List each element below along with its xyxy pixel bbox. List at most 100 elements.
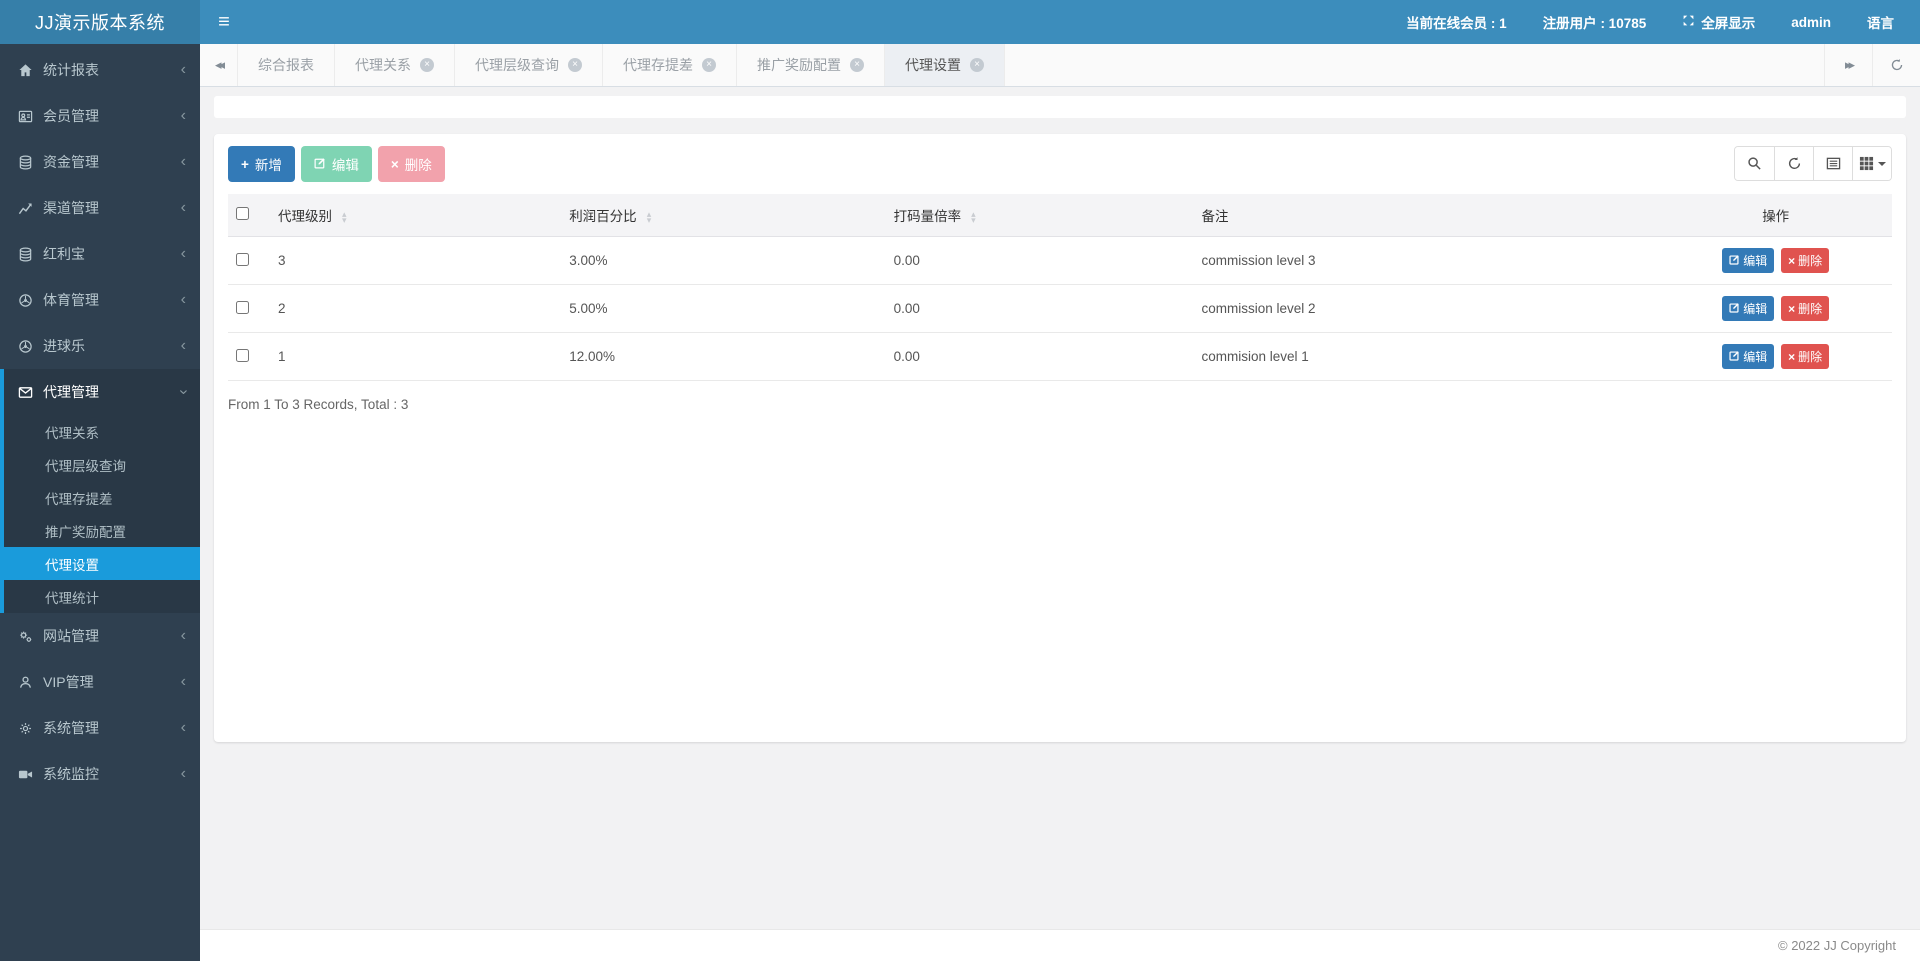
tab-agent-settings[interactable]: 代理设置 × [885,44,1005,86]
sidebar-item-funds[interactable]: 资金管理 ‹ [0,139,200,185]
database-icon [18,155,33,170]
tabs-scroll-right-icon[interactable]: ▸▸ [1824,44,1872,86]
detail-view-icon[interactable] [1813,147,1852,180]
cell-agent-level: 3 [270,236,562,285]
table-header-row: 代理级别 ▴ ▾ 利润百分比 ▴ ▾ 打码量倍率 ▴ ▾ 备注 操作 [228,194,1892,237]
row-checkbox[interactable] [236,348,249,362]
tabs-scroll-left-icon[interactable]: ◂◂ [200,44,238,86]
row-delete-button[interactable]: × 删除 [1781,344,1830,369]
tab-agent-deposit-diff[interactable]: 代理存提差 × [603,44,737,86]
sidebar-item-website[interactable]: 网站管理 ‹ [0,613,200,659]
user-icon [18,675,33,690]
add-button[interactable]: + 新增 [228,146,295,182]
sidebar-item-system-mgmt[interactable]: 系统管理 ‹ [0,705,200,751]
cell-bet-multiple: 0.00 [885,236,1194,285]
column-header-bet-multiple[interactable]: 打码量倍率 ▴ ▾ [885,194,1194,237]
cell-remark: commision level 1 [1193,332,1660,381]
sidebar-item-label: 资金管理 [43,154,99,170]
sidebar-item-system-monitor[interactable]: 系统监控 ‹ [0,751,200,797]
sidebar-item-label: 会员管理 [43,108,99,124]
table-tools [1734,146,1892,181]
sidebar-item-channels[interactable]: 渠道管理 ‹ [0,185,200,231]
cell-profit-percent: 12.00% [561,332,886,381]
tab-label: 代理关系 [355,57,411,73]
hamburger-icon[interactable]: ≡ [200,0,248,44]
tab-label: 代理层级查询 [475,57,559,73]
columns-icon[interactable] [1852,147,1891,180]
row-delete-button[interactable]: × 删除 [1781,296,1830,321]
sidebar-item-label: 代理管理 [43,384,99,400]
sidebar-item-label: 红利宝 [43,246,85,262]
sidebar-subitem-agent-level-query[interactable]: 代理层级查询 [4,448,200,481]
sidebar-item-members[interactable]: 会员管理 ‹ [0,93,200,139]
cell-agent-level: 2 [270,284,562,333]
close-icon: × [390,156,399,172]
column-header-profit-percent[interactable]: 利润百分比 ▴ ▾ [561,194,886,237]
cell-remark: commission level 3 [1193,236,1660,285]
sidebar-nav: 统计报表 ‹ 会员管理 ‹ 资金管理 ‹ 渠道管理 ‹ 红利宝 ‹ 体育管理 ‹… [0,44,200,961]
filter-panel [214,96,1906,118]
plus-icon: + [241,156,249,172]
cell-remark: commission level 2 [1193,284,1660,333]
table-row[interactable]: 1 12.00% 0.00 commision level 1 编辑 × 删除 [228,332,1892,381]
tab-comprehensive-report[interactable]: 综合报表 [238,44,335,86]
sidebar-subitem-agent-deposit-diff[interactable]: 代理存提差 [4,481,200,514]
chevron-left-icon: ‹ [180,245,186,262]
fullscreen-button[interactable]: 全屏显示 [1682,12,1755,32]
tab-agent-level-query[interactable]: 代理层级查询 × [455,44,603,86]
tab-label: 代理存提差 [623,57,693,73]
tab-close-icon[interactable]: × [970,58,984,72]
member-card-icon [18,109,33,124]
sidebar-item-label: 网站管理 [43,628,99,644]
close-icon: × [1788,253,1796,268]
cell-profit-percent: 5.00% [561,284,886,333]
row-checkbox[interactable] [236,300,249,314]
tab-close-icon[interactable]: × [702,58,716,72]
refresh-icon[interactable] [1774,147,1813,180]
tab-close-icon[interactable]: × [568,58,582,72]
table-toolbar: + 新增 编辑 × 删除 [228,146,1892,182]
tab-agent-relation[interactable]: 代理关系 × [335,44,455,86]
cell-bet-multiple: 0.00 [885,332,1194,381]
table-row[interactable]: 2 5.00% 0.00 commission level 2 编辑 × 删除 [228,284,1892,333]
sidebar-subitem-agent-statistics[interactable]: 代理统计 [4,580,200,613]
sidebar-group-agent: 代理管理 ‹ 代理关系 代理层级查询 代理存提差 推广奖励配置 代理设置 代理统… [0,369,200,613]
chart-line-icon [18,201,33,216]
select-all-checkbox[interactable] [236,207,249,220]
row-edit-button[interactable]: 编辑 [1722,248,1775,273]
agent-settings-panel: + 新增 编辑 × 删除 代理级别 ▴ ▾ 利润百分比 ▴ ▾ 打码量倍率 ▴ … [214,134,1906,742]
user-menu[interactable]: admin [1791,15,1831,30]
row-delete-button[interactable]: × 删除 [1781,248,1830,273]
tab-label: 代理设置 [905,57,961,73]
delete-button[interactable]: × 删除 [377,146,445,182]
language-menu[interactable]: 语言 [1867,12,1894,32]
table-row[interactable]: 3 3.00% 0.00 commission level 3 编辑 × 删除 [228,236,1892,285]
sidebar-item-bonus[interactable]: 红利宝 ‹ [0,231,200,277]
cell-bet-multiple: 0.00 [885,284,1194,333]
row-checkbox[interactable] [236,252,249,266]
search-icon[interactable] [1735,147,1774,180]
sidebar-subitem-agent-relation[interactable]: 代理关系 [4,415,200,448]
sidebar-item-agent[interactable]: 代理管理 ‹ [4,369,200,415]
tabs-refresh-icon[interactable] [1872,44,1920,86]
sidebar-item-statistics[interactable]: 统计报表 ‹ [0,47,200,93]
fullscreen-icon [1682,14,1695,30]
row-edit-button[interactable]: 编辑 [1722,344,1775,369]
tab-promo-reward-config[interactable]: 推广奖励配置 × [737,44,885,86]
tab-close-icon[interactable]: × [850,58,864,72]
edit-button[interactable]: 编辑 [300,146,372,182]
page-footer: © 2022 JJ Copyright [200,929,1920,961]
chevron-left-icon: ‹ [180,107,186,124]
sidebar-item-vip[interactable]: VIP管理 ‹ [0,659,200,705]
chevron-left-icon: ‹ [180,291,186,308]
sort-icon: ▴ ▾ [342,209,347,226]
sidebar-item-sports[interactable]: 体育管理 ‹ [0,277,200,323]
row-edit-button[interactable]: 编辑 [1722,296,1775,321]
tab-close-icon[interactable]: × [420,58,434,72]
column-header-agent-level[interactable]: 代理级别 ▴ ▾ [270,194,562,237]
sidebar-subitem-promo-reward-config[interactable]: 推广奖励配置 [4,514,200,547]
sidebar-subitem-agent-settings[interactable]: 代理设置 [4,547,200,580]
sidebar-item-goal-fun[interactable]: 进球乐 ‹ [0,323,200,369]
cell-agent-level: 1 [270,332,562,381]
sort-icon: ▴ ▾ [646,209,652,226]
